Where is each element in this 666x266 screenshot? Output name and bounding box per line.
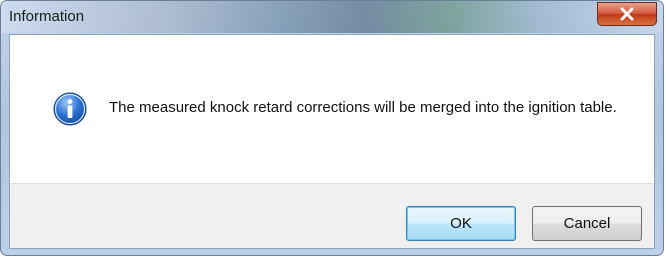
title-bar[interactable]: Information: [1, 1, 663, 33]
dialog-title: Information: [9, 8, 85, 25]
information-dialog: Information The measured knock retard co…: [0, 0, 664, 256]
info-icon: [53, 92, 87, 126]
dialog-client-area: The measured knock retard corrections wi…: [9, 34, 655, 249]
dialog-message: The measured knock retard corrections wi…: [109, 99, 617, 116]
close-icon: [619, 7, 635, 21]
button-bar: OK Cancel: [10, 183, 654, 248]
ok-button[interactable]: OK: [406, 206, 516, 241]
cancel-button[interactable]: Cancel: [532, 206, 642, 241]
message-area: The measured knock retard corrections wi…: [10, 35, 654, 183]
close-button[interactable]: [597, 2, 657, 26]
